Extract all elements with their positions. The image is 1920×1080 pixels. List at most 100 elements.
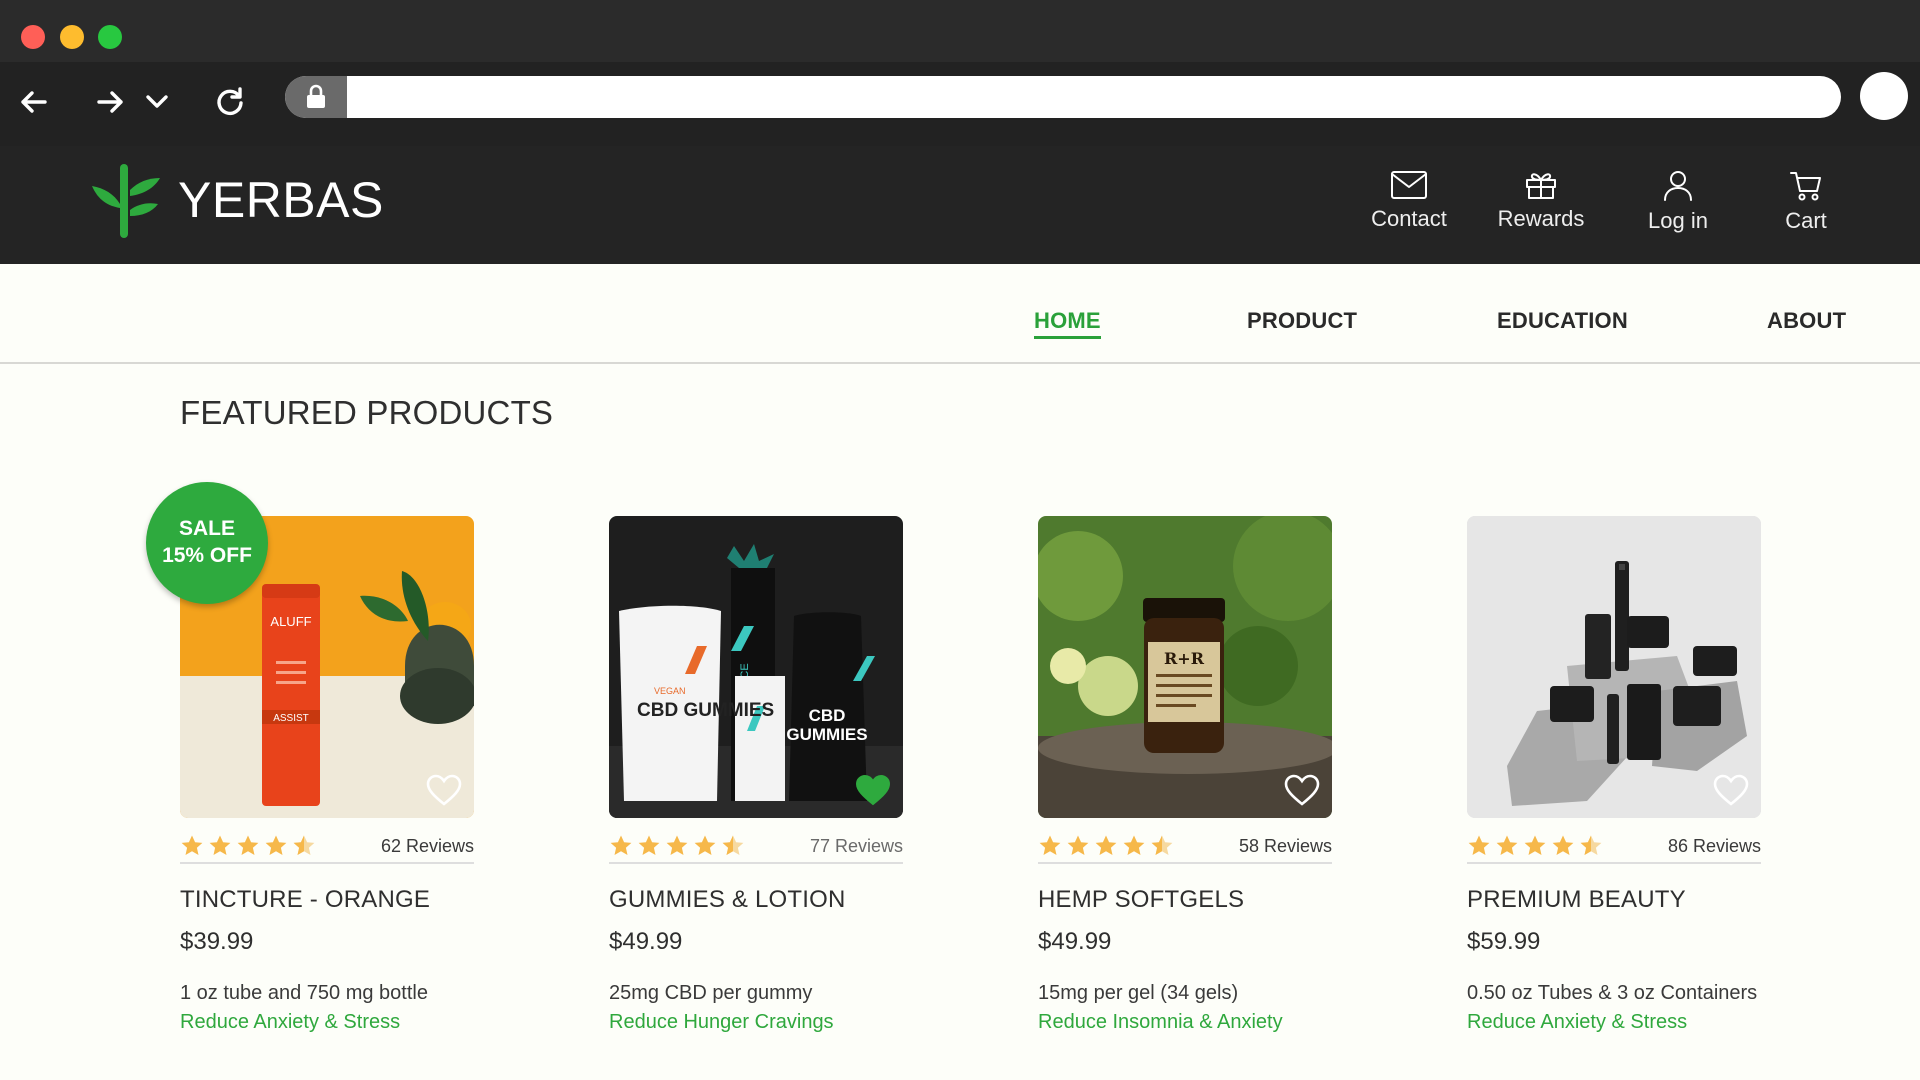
- lock-icon: [307, 84, 325, 108]
- sale-badge: SALE 15% OFF: [146, 482, 268, 604]
- rating-row: 62 Reviews: [180, 834, 474, 864]
- beauty-photo: [1467, 516, 1761, 818]
- address-bar[interactable]: [285, 76, 1841, 118]
- product-name[interactable]: GUMMIES & LOTION: [609, 886, 903, 914]
- nav-about[interactable]: ABOUT: [1767, 308, 1846, 334]
- favorite-heart-icon[interactable]: [1713, 774, 1749, 806]
- rating-row: 58 Reviews: [1038, 834, 1332, 864]
- half-star-icon: [1151, 835, 1173, 855]
- star-icon: [1123, 835, 1145, 855]
- brand-logo[interactable]: YERBAS: [90, 160, 384, 240]
- cart-icon: [1790, 172, 1821, 201]
- envelope-icon: [1391, 171, 1427, 199]
- leaf-logo-icon: [92, 164, 160, 238]
- brand-name: YERBAS: [178, 172, 384, 228]
- header-rewards-link[interactable]: Rewards: [1486, 170, 1596, 232]
- tincture-sub-label: ASSIST: [273, 713, 309, 724]
- favorite-heart-icon[interactable]: [1284, 774, 1320, 806]
- back-button[interactable]: [10, 78, 58, 126]
- star-icon: [1552, 835, 1574, 855]
- reviews-link[interactable]: 62 Reviews: [381, 836, 474, 857]
- product-image-softgels[interactable]: R+R: [1038, 516, 1332, 818]
- product-name[interactable]: HEMP SOFTGELS: [1038, 886, 1332, 914]
- star-icon: [610, 835, 632, 855]
- header-rewards-label: Rewards: [1497, 206, 1585, 231]
- star-icon: [209, 835, 231, 855]
- user-icon: [1664, 171, 1692, 201]
- favorite-heart-icon-filled[interactable]: [855, 774, 891, 806]
- half-star-icon: [293, 835, 315, 855]
- star-rating: [1467, 834, 1603, 858]
- site-header: YERBAS Contact Rewards Log in Cart: [0, 146, 1920, 264]
- reload-button[interactable]: [206, 78, 254, 126]
- star-icon: [265, 835, 287, 855]
- close-window-button[interactable]: [21, 25, 45, 49]
- profile-avatar-button[interactable]: [1860, 72, 1908, 120]
- star-icon: [1039, 835, 1061, 855]
- chevron-down-icon: [146, 95, 168, 108]
- nav-home[interactable]: HOME: [1034, 308, 1101, 339]
- product-card-softgels[interactable]: R+R 58 Reviews HEMP SOFTGELS $49.99 15mg…: [1038, 516, 1332, 1034]
- reviews-link[interactable]: 86 Reviews: [1668, 836, 1761, 857]
- gummies-brand-label: CBD GUMMIES: [637, 700, 774, 721]
- star-icon: [1496, 835, 1518, 855]
- site-security-button[interactable]: [285, 76, 347, 118]
- star-icon: [181, 835, 203, 855]
- minimize-window-button[interactable]: [60, 25, 84, 49]
- reload-icon: [217, 87, 243, 116]
- product-image-beauty[interactable]: [1467, 516, 1761, 818]
- softgels-brand-label: R+R: [1164, 649, 1205, 668]
- star-rating: [180, 834, 316, 858]
- product-name[interactable]: PREMIUM BEAUTY: [1467, 886, 1761, 914]
- main-navigation: HOME PRODUCT EDUCATION ABOUT: [0, 264, 1920, 364]
- half-star-icon: [722, 835, 744, 855]
- product-price: $49.99: [609, 928, 683, 955]
- svg-text:VEGAN: VEGAN: [654, 686, 686, 696]
- softgels-photo: R+R: [1038, 516, 1332, 818]
- header-contact-link[interactable]: Contact: [1354, 170, 1464, 232]
- maximize-window-button[interactable]: [98, 25, 122, 49]
- header-login-label: Log in: [1648, 208, 1708, 233]
- sale-badge-line2: 15% OFF: [162, 544, 252, 567]
- product-description: 25mg CBD per gummy: [609, 982, 813, 1004]
- featured-products-heading: FEATURED PRODUCTS: [180, 394, 554, 431]
- forward-arrow-icon: [97, 91, 123, 113]
- window-titlebar: [0, 0, 1920, 62]
- star-icon: [1067, 835, 1089, 855]
- product-benefit: Reduce Insomnia & Anxiety: [1038, 1011, 1283, 1033]
- nav-product[interactable]: PRODUCT: [1247, 308, 1357, 334]
- product-description: 1 oz tube and 750 mg bottle: [180, 982, 428, 1004]
- star-icon: [1468, 835, 1490, 855]
- history-dropdown-button[interactable]: [133, 78, 181, 126]
- svg-text:GUMMIES: GUMMIES: [786, 725, 867, 744]
- product-price: $39.99: [180, 928, 254, 955]
- star-rating: [609, 834, 745, 858]
- header-cart-link[interactable]: Cart: [1751, 170, 1861, 234]
- star-icon: [1524, 835, 1546, 855]
- forward-button[interactable]: [86, 78, 134, 126]
- product-card-gummies[interactable]: CBD GUMMIES RESILIENCE VEGAN CBD GUMMIES…: [609, 516, 903, 1034]
- star-icon: [638, 835, 660, 855]
- header-cart-label: Cart: [1785, 208, 1827, 233]
- favorite-heart-icon[interactable]: [426, 774, 462, 806]
- product-description: 15mg per gel (34 gels): [1038, 982, 1239, 1004]
- reviews-link[interactable]: 58 Reviews: [1239, 836, 1332, 857]
- sale-badge-line1: SALE: [178, 517, 235, 540]
- rating-row: 77 Reviews: [609, 834, 903, 864]
- star-icon: [694, 835, 716, 855]
- reviews-link[interactable]: 77 Reviews: [810, 836, 903, 857]
- product-benefit: Reduce Hunger Cravings: [609, 1011, 834, 1033]
- product-name[interactable]: TINCTURE - ORANGE: [180, 886, 474, 914]
- half-star-icon: [1580, 835, 1602, 855]
- url-input[interactable]: [347, 76, 1837, 118]
- nav-education[interactable]: EDUCATION: [1497, 308, 1628, 334]
- tincture-brand-label: ALUFF: [270, 614, 311, 629]
- product-image-gummies[interactable]: CBD GUMMIES RESILIENCE VEGAN CBD GUMMIES: [609, 516, 903, 818]
- product-benefit: Reduce Anxiety & Stress: [180, 1011, 401, 1033]
- star-rating: [1038, 834, 1174, 858]
- header-login-link[interactable]: Log in: [1623, 170, 1733, 234]
- gift-icon: [1526, 173, 1556, 199]
- product-card-beauty[interactable]: 86 Reviews PREMIUM BEAUTY $59.99 0.50 oz…: [1467, 516, 1761, 1034]
- browser-toolbar: [0, 62, 1920, 146]
- product-benefit: Reduce Anxiety & Stress: [1467, 1011, 1688, 1033]
